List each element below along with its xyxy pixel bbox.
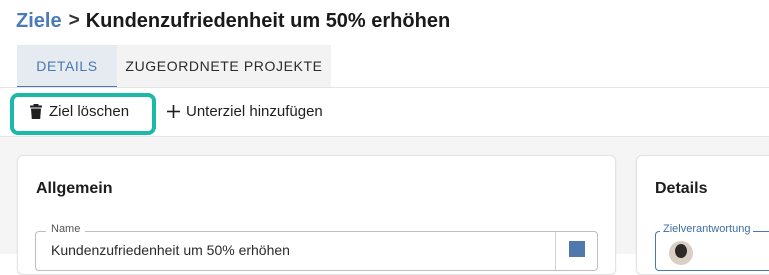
- color-swatch: [569, 241, 585, 257]
- page-title: Kundenzufriedenheit um 50% erhöhen: [85, 9, 451, 32]
- plus-icon: [165, 102, 181, 120]
- general-card-title: Allgemein: [36, 180, 113, 197]
- name-field-label: Name: [46, 223, 86, 235]
- delete-goal-label: Ziel löschen: [49, 102, 130, 120]
- toolbar: Ziel löschen Unterziel hinzufügen: [0, 88, 769, 136]
- tab-details[interactable]: DETAILS: [17, 45, 117, 87]
- tab-bar: DETAILS ZUGEORDNETE PROJEKTE: [17, 45, 331, 87]
- breadcrumb-link-ziele[interactable]: Ziele: [16, 10, 62, 33]
- general-card: Allgemein Name Kundenzufriedenheit um 50…: [17, 155, 616, 275]
- add-subgoal-button[interactable]: Unterziel hinzufügen: [165, 102, 323, 120]
- avatar: [669, 241, 693, 265]
- name-field[interactable]: Name Kundenzufriedenheit um 50% erhöhen: [35, 223, 598, 271]
- breadcrumb-separator: >: [68, 10, 80, 31]
- trash-icon: [28, 102, 44, 120]
- details-card: Details Zielverantwortung: [636, 155, 769, 275]
- responsible-field[interactable]: Zielverantwortung: [655, 223, 769, 271]
- responsible-field-label: Zielverantwortung: [660, 223, 754, 235]
- add-subgoal-label: Unterziel hinzufügen: [186, 102, 323, 120]
- delete-goal-button[interactable]: Ziel löschen: [28, 102, 129, 120]
- name-field-value[interactable]: Kundenzufriedenheit um 50% erhöhen: [51, 242, 290, 258]
- details-card-title: Details: [655, 180, 708, 197]
- color-picker[interactable]: [555, 232, 597, 270]
- tab-assigned-projects[interactable]: ZUGEORDNETE PROJEKTE: [117, 45, 331, 87]
- breadcrumb: Ziele > Kundenzufriedenheit um 50% erhöh…: [16, 7, 450, 35]
